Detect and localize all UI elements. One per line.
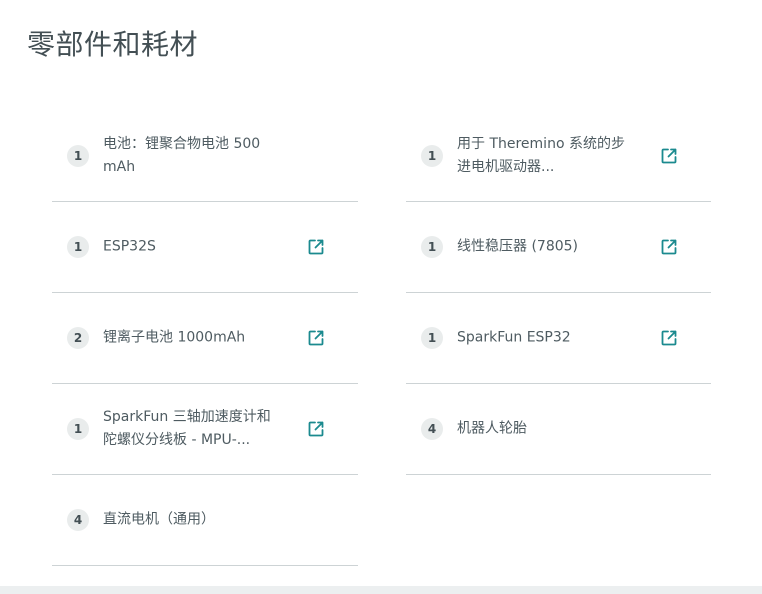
quantity-badge: 1 — [421, 145, 443, 167]
quantity-badge: 1 — [67, 236, 89, 258]
parts-and-supplies-page: 零部件和耗材 1 电池：锂聚合物电池 500 mAh 1 用于 Theremin… — [0, 0, 762, 594]
part-item: 4 机器人轮胎 — [406, 384, 711, 475]
external-link-icon[interactable] — [307, 420, 325, 438]
quantity-badge: 1 — [67, 145, 89, 167]
part-item: 1 SparkFun ESP32 — [406, 293, 711, 384]
part-name: 用于 Theremino 系统的步进电机驱动器... — [457, 136, 625, 175]
part-name: SparkFun ESP32 — [457, 329, 571, 346]
part-item: 1 电池：锂聚合物电池 500 mAh — [52, 111, 358, 202]
part-name: 线性稳压器 (7805) — [457, 238, 579, 255]
part-item: 1 SparkFun 三轴加速度计和陀螺仪分线板 - MPU-... — [52, 384, 358, 475]
parts-list: 1 电池：锂聚合物电池 500 mAh 1 用于 Theremino 系统的步进… — [52, 111, 712, 566]
external-link-icon[interactable] — [660, 147, 678, 165]
external-link-icon[interactable] — [307, 238, 325, 256]
quantity-badge: 4 — [67, 509, 89, 531]
section-title: 零部件和耗材 — [27, 28, 199, 61]
part-item: 2 锂离子电池 1000mAh — [52, 293, 358, 384]
quantity-badge: 1 — [421, 327, 443, 349]
part-name: 机器人轮胎 — [457, 420, 527, 437]
part-item: 1 线性稳压器 (7805) — [406, 202, 711, 293]
part-name: 锂离子电池 1000mAh — [103, 329, 246, 346]
quantity-badge: 1 — [67, 418, 89, 440]
part-item: 1 ESP32S — [52, 202, 358, 293]
footer-divider — [0, 586, 762, 594]
part-item: 4 直流电机（通用） — [52, 475, 358, 566]
part-name: ESP32S — [103, 238, 156, 255]
quantity-badge: 1 — [421, 236, 443, 258]
part-item: 1 用于 Theremino 系统的步进电机驱动器... — [406, 111, 711, 202]
part-name: 直流电机（通用） — [103, 511, 215, 528]
part-name: SparkFun 三轴加速度计和陀螺仪分线板 - MPU-... — [103, 409, 271, 448]
external-link-icon[interactable] — [660, 238, 678, 256]
quantity-badge: 4 — [421, 418, 443, 440]
external-link-icon[interactable] — [307, 329, 325, 347]
part-name: 电池：锂聚合物电池 500 mAh — [103, 136, 261, 175]
external-link-icon[interactable] — [660, 329, 678, 347]
quantity-badge: 2 — [67, 327, 89, 349]
